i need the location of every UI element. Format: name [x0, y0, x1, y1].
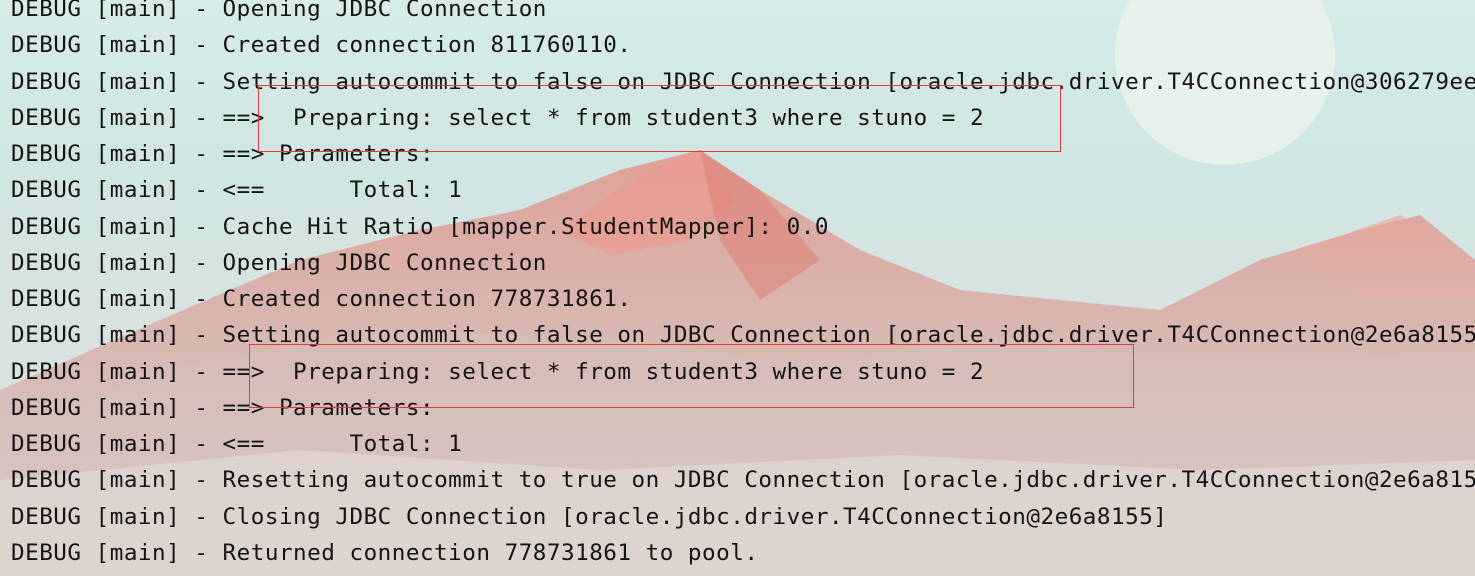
log-line: DEBUG [main] - Closing JDBC Connection […: [11, 503, 1168, 530]
log-line: DEBUG [main] - Cache Hit Ratio [mapper.S…: [11, 213, 829, 240]
console-output: DEBUG [main] - Opening JDBC Connection D…: [0, 0, 1475, 576]
sql-highlight-box-1: [258, 85, 1061, 152]
log-line: DEBUG [main] - Opening JDBC Connection: [11, 0, 547, 22]
log-line: DEBUG [main] - Opening JDBC Connection: [11, 249, 547, 276]
log-line: DEBUG [main] - <== Total: 1: [11, 177, 463, 204]
log-line: DEBUG [main] - Resetting autocommit to t…: [11, 467, 1475, 494]
log-line: DEBUG [main] - Created connection 778731…: [11, 286, 632, 312]
log-line: DEBUG [main] - Created connection 811760…: [11, 32, 632, 59]
sql-highlight-box-2: [249, 344, 1134, 408]
log-line: DEBUG [main] - <== Total: 1: [11, 431, 463, 457]
log-line: DEBUG [main] - Returned connection 77873…: [11, 539, 759, 566]
